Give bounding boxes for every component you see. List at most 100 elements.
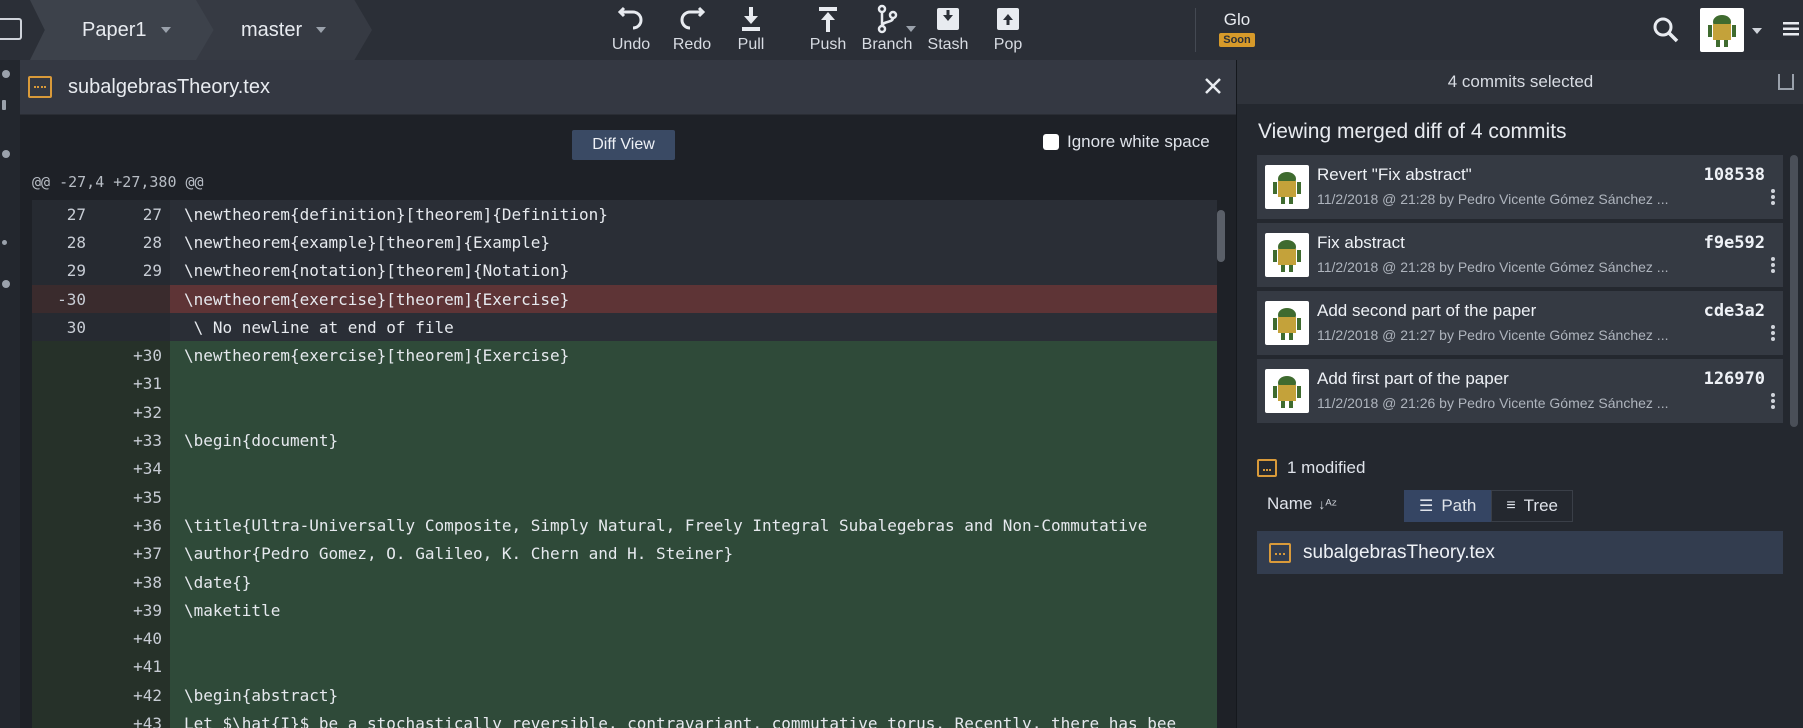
- file-icon: [1257, 459, 1277, 477]
- path-view-button[interactable]: ☰ Path: [1404, 490, 1492, 522]
- sort-by-name[interactable]: Name ↓ᴬᶻ: [1267, 494, 1337, 514]
- push-button[interactable]: Push: [796, 4, 860, 58]
- commit-meta: 11/2/2018 @ 21:28 by Pedro Vicente Gómez…: [1317, 191, 1669, 207]
- graph-node[interactable]: [2, 280, 10, 288]
- path-label: Path: [1441, 496, 1477, 515]
- commit-panel: 4 commits selected Viewing merged diff o…: [1236, 60, 1803, 728]
- pull-icon: [742, 7, 760, 31]
- more-options-icon[interactable]: [1771, 269, 1775, 273]
- more-options-icon[interactable]: [1771, 201, 1775, 205]
- diff-line: 30 \ No newline at end of file: [32, 313, 1217, 342]
- hunk-header: @@ -27,4 +27,380 @@: [32, 173, 204, 191]
- commit-item[interactable]: Add second part of the paper 11/2/2018 @ …: [1257, 291, 1783, 355]
- stash-button[interactable]: Stash: [916, 4, 980, 58]
- old-line-number: -30: [32, 284, 94, 314]
- new-line-number: [94, 284, 170, 314]
- modified-count: 1 modified: [1287, 458, 1366, 477]
- commits-selected-label: 4 commits selected: [1447, 72, 1594, 91]
- graph-node[interactable]: [2, 150, 10, 158]
- diff-line: +38 \date{}: [32, 567, 1217, 597]
- tree-label: Tree: [1523, 496, 1558, 515]
- close-icon[interactable]: [1203, 76, 1223, 96]
- old-line-number: [32, 652, 94, 682]
- changed-file-row[interactable]: subalgebrasTheory.tex: [1257, 531, 1783, 574]
- diff-line-text: \newtheorem{definition}[theorem]{Definit…: [170, 200, 1217, 229]
- ignore-whitespace-label: Ignore white space: [1067, 132, 1210, 151]
- hamburger-menu-icon[interactable]: [1783, 22, 1799, 36]
- new-line-number: +34: [94, 454, 170, 483]
- diff-line: 27 27 \newtheorem{definition}[theorem]{Def…: [32, 200, 1217, 229]
- old-line-number: 28: [32, 228, 94, 257]
- old-line-number: [32, 341, 94, 370]
- diff-line: 28 28 \newtheorem{example}[theorem]{Exampl…: [32, 228, 1217, 257]
- new-line-number: +38: [94, 567, 170, 597]
- repo-selector[interactable]: Paper1: [30, 0, 215, 60]
- glo-button[interactable]: Glo Soon: [1212, 10, 1262, 48]
- commit-sha: cde3a2: [1703, 301, 1765, 321]
- branch-selector[interactable]: master: [196, 0, 372, 60]
- diff-header: subalgebrasTheory.tex: [20, 60, 1236, 115]
- download-icon[interactable]: [1778, 74, 1794, 90]
- tree-view-button[interactable]: ≡ Tree: [1491, 490, 1573, 522]
- diff-view-button[interactable]: Diff View: [572, 130, 675, 160]
- branch-button[interactable]: Branch: [855, 4, 919, 58]
- graph-node[interactable]: [2, 100, 6, 110]
- pop-button[interactable]: Pop: [976, 4, 1040, 58]
- commit-item[interactable]: Revert "Fix abstract" 11/2/2018 @ 21:28 b…: [1257, 155, 1783, 219]
- commits-selected-header: 4 commits selected: [1237, 60, 1803, 104]
- glo-label: Glo: [1223, 10, 1251, 29]
- graph-node[interactable]: [2, 70, 10, 78]
- diff-line: +37 \author{Pedro Gomez, O. Galileo, K. C…: [32, 539, 1217, 568]
- diff-line-text: \newtheorem{exercise}[theorem]{Exercise}: [170, 284, 1217, 314]
- branch-label: Branch: [861, 36, 913, 53]
- file-view-toggle: ☰ Path ≡ Tree: [1404, 490, 1573, 522]
- more-options-icon[interactable]: [1771, 337, 1775, 341]
- diff-line-text: \newtheorem{exercise}[theorem]{Exercise}: [170, 341, 1217, 370]
- diff-line: +40: [32, 624, 1217, 653]
- diff-line-text: [170, 624, 1217, 653]
- ignore-whitespace-toggle[interactable]: Ignore white space: [1043, 132, 1210, 152]
- old-line-number: [32, 567, 94, 597]
- left-graph-strip: [0, 60, 20, 728]
- diff-line-text: [170, 398, 1217, 427]
- commit-author-avatar: [1265, 301, 1309, 345]
- diff-line-text: \maketitle: [170, 596, 1217, 625]
- old-line-number: [32, 398, 94, 427]
- branch-icon: [877, 4, 898, 34]
- diff-scrollbar[interactable]: [1217, 210, 1225, 262]
- new-line-number: +36: [94, 511, 170, 540]
- undo-button[interactable]: Undo: [599, 4, 663, 58]
- changed-file-name: subalgebrasTheory.tex: [1303, 541, 1495, 563]
- account-chevron-down-icon[interactable]: [1752, 28, 1762, 34]
- diff-line-text: \date{}: [170, 567, 1217, 597]
- diff-line: +41: [32, 652, 1217, 682]
- diff-line: +34: [32, 454, 1217, 483]
- user-avatar[interactable]: [1700, 8, 1744, 52]
- commit-list-scrollbar[interactable]: [1790, 155, 1798, 427]
- graph-node[interactable]: [2, 240, 7, 245]
- file-icon: [28, 76, 52, 98]
- chevron-down-icon: [316, 27, 327, 33]
- new-line-number: +33: [94, 426, 170, 455]
- undo-label: Undo: [611, 36, 651, 53]
- diff-line-text: [170, 369, 1217, 399]
- diff-line: +32: [32, 398, 1217, 427]
- diff-line-text: \ No newline at end of file: [170, 313, 1217, 342]
- commit-item[interactable]: Fix abstract 11/2/2018 @ 21:28 by Pedro V…: [1257, 223, 1783, 287]
- diff-line: 29 29 \newtheorem{notation}[theorem]{Notat…: [32, 256, 1217, 285]
- stash-icon: [937, 8, 959, 30]
- new-line-number: +42: [94, 681, 170, 710]
- redo-button[interactable]: Redo: [660, 4, 724, 58]
- old-line-number: [32, 454, 94, 483]
- top-toolbar: Paper1 master Undo Redo Pull Push Branch…: [0, 0, 1803, 60]
- repo-folder-icon[interactable]: [0, 18, 22, 40]
- push-label: Push: [809, 36, 847, 53]
- commit-message: Add second part of the paper: [1317, 301, 1537, 320]
- ignore-whitespace-checkbox[interactable]: [1043, 134, 1059, 150]
- chevron-down-icon: [160, 27, 171, 33]
- commit-meta: 11/2/2018 @ 21:26 by Pedro Vicente Gómez…: [1317, 395, 1669, 411]
- search-icon[interactable]: [1652, 16, 1680, 44]
- commit-item[interactable]: Add first part of the paper 11/2/2018 @ 2…: [1257, 359, 1783, 423]
- pull-button[interactable]: Pull: [719, 4, 783, 58]
- more-options-icon[interactable]: [1771, 405, 1775, 409]
